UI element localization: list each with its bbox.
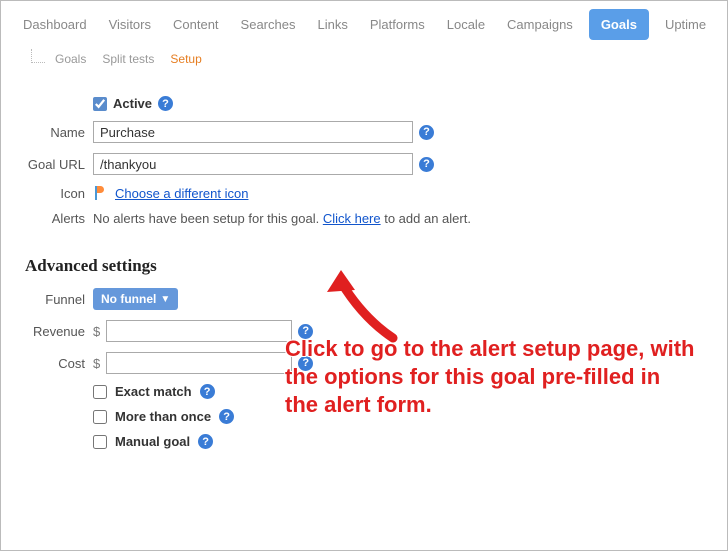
exact-match-label: Exact match	[115, 384, 192, 399]
funnel-dropdown[interactable]: No funnel ▼	[93, 288, 178, 310]
subnav-split-tests[interactable]: Split tests	[100, 50, 156, 68]
main-nav: Dashboard Visitors Content Searches Link…	[1, 1, 727, 46]
help-icon[interactable]: ?	[200, 384, 215, 399]
cost-input[interactable]	[106, 352, 292, 374]
currency-symbol: $	[93, 356, 100, 371]
subnav-goals[interactable]: Goals	[53, 50, 88, 68]
nav-content[interactable]: Content	[167, 10, 225, 39]
name-label: Name	[25, 125, 93, 140]
exact-match-checkbox[interactable]	[93, 385, 107, 399]
currency-symbol: $	[93, 324, 100, 339]
help-icon[interactable]: ?	[419, 157, 434, 172]
name-input[interactable]	[93, 121, 413, 143]
nav-locale[interactable]: Locale	[441, 10, 491, 39]
more-than-once-checkbox[interactable]	[93, 410, 107, 424]
more-than-once-label: More than once	[115, 409, 211, 424]
nav-platforms[interactable]: Platforms	[364, 10, 431, 39]
sub-nav: Goals Split tests Setup	[1, 46, 727, 78]
nav-goals[interactable]: Goals	[589, 9, 649, 40]
funnel-value: No funnel	[101, 292, 156, 306]
advanced-settings-heading: Advanced settings	[25, 256, 703, 276]
revenue-label: Revenue	[25, 324, 93, 339]
tree-indent-icon	[31, 49, 45, 63]
manual-goal-label: Manual goal	[115, 434, 190, 449]
alerts-text: No alerts have been setup for this goal.…	[93, 211, 471, 226]
funnel-label: Funnel	[25, 292, 93, 307]
chevron-down-icon: ▼	[160, 294, 170, 305]
help-icon[interactable]: ?	[158, 96, 173, 111]
active-label: Active	[113, 96, 152, 111]
nav-links[interactable]: Links	[311, 10, 353, 39]
subnav-setup[interactable]: Setup	[168, 50, 203, 68]
choose-icon-link[interactable]: Choose a different icon	[115, 186, 248, 201]
alerts-label: Alerts	[25, 211, 93, 226]
help-icon[interactable]: ?	[198, 434, 213, 449]
alerts-click-here-link[interactable]: Click here	[323, 211, 381, 226]
help-icon[interactable]: ?	[219, 409, 234, 424]
help-icon[interactable]: ?	[298, 324, 313, 339]
goal-url-input[interactable]	[93, 153, 413, 175]
nav-uptime[interactable]: Uptime	[659, 10, 712, 39]
cost-label: Cost	[25, 356, 93, 371]
icon-label: Icon	[25, 186, 93, 201]
manual-goal-checkbox[interactable]	[93, 435, 107, 449]
flag-icon	[93, 185, 109, 201]
nav-searches[interactable]: Searches	[235, 10, 302, 39]
goal-form: Active ? Name ? Goal URL ? Icon Choose a…	[1, 78, 727, 467]
active-checkbox[interactable]	[93, 97, 107, 111]
help-icon[interactable]: ?	[298, 356, 313, 371]
nav-dashboard[interactable]: Dashboard	[17, 10, 93, 39]
revenue-input[interactable]	[106, 320, 292, 342]
help-icon[interactable]: ?	[419, 125, 434, 140]
goal-url-label: Goal URL	[25, 157, 93, 172]
nav-visitors[interactable]: Visitors	[103, 10, 157, 39]
nav-custom[interactable]: Custom	[722, 10, 728, 39]
nav-campaigns[interactable]: Campaigns	[501, 10, 579, 39]
